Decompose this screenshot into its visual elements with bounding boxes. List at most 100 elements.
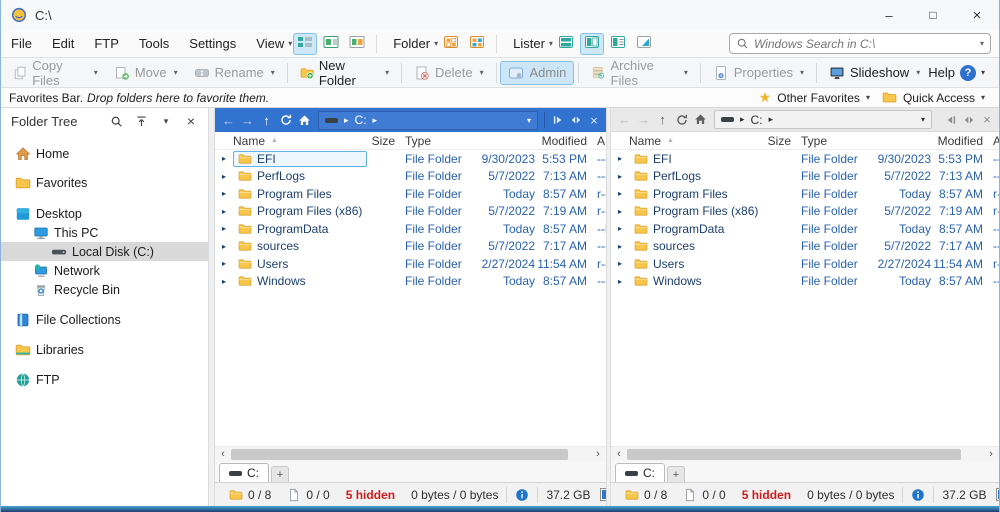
back-icon[interactable]: ←: [219, 111, 238, 130]
forward-icon[interactable]: →: [238, 111, 257, 130]
column-type[interactable]: Type: [791, 134, 871, 148]
expand-chevron-icon[interactable]: ▸: [215, 154, 233, 163]
table-row-programdata[interactable]: ▸ ProgramData File Folder Today 8:57 AM …: [611, 220, 999, 238]
breadcrumb-dropdown-icon[interactable]: ▾: [527, 116, 531, 125]
view-button-view-list-icon[interactable]: [293, 33, 317, 55]
expand-chevron-icon[interactable]: ▸: [215, 277, 233, 286]
tree-item-recycle-bin[interactable]: Recycle Bin: [1, 280, 208, 299]
table-row-windows[interactable]: ▸ Windows File Folder Today 8:57 AM ---: [611, 273, 999, 291]
expand-chevron-icon[interactable]: ▸: [215, 207, 233, 216]
menu-ftp[interactable]: FTP: [84, 36, 129, 51]
column-name[interactable]: Name▲: [611, 134, 763, 148]
toolbar-move-button[interactable]: Move▾: [106, 61, 186, 85]
breadcrumb-drive-label[interactable]: C:: [751, 113, 763, 127]
panel-splitter[interactable]: [208, 108, 215, 506]
new-tab-button[interactable]: +: [271, 466, 289, 482]
table-row-program-files[interactable]: ▸ Program Files File Folder Today 8:57 A…: [611, 185, 999, 203]
toolbar-properties-button[interactable]: Properties▾: [705, 61, 812, 85]
view-button-view-tiles-icon[interactable]: [345, 33, 369, 55]
folder-button-folder-grid-icon[interactable]: [439, 33, 463, 55]
refresh-icon[interactable]: [672, 110, 691, 129]
refresh-icon[interactable]: [276, 111, 295, 130]
toolbar-delete-button[interactable]: Delete▾: [406, 61, 492, 85]
search-icon[interactable]: [109, 114, 123, 128]
home-icon[interactable]: [691, 110, 710, 129]
toolbar-copy-files-button[interactable]: Copy Files▾: [5, 54, 106, 92]
collapse-all-icon[interactable]: [134, 114, 148, 128]
table-row-users[interactable]: ▸ Users File Folder 2/27/2024 11:54 AM r…: [611, 255, 999, 273]
toolbar-archive-files-button[interactable]: Archive Files▾: [583, 54, 696, 92]
table-row-programdata[interactable]: ▸ ProgramData File Folder Today 8:57 AM …: [215, 220, 606, 238]
new-tab-button[interactable]: +: [667, 466, 685, 482]
info-group[interactable]: [903, 488, 933, 502]
scroll-right-icon[interactable]: ›: [590, 448, 606, 460]
maximize-button[interactable]: □: [911, 0, 955, 30]
lister-button-single-pane-icon[interactable]: [606, 33, 630, 55]
menu-settings[interactable]: Settings: [179, 36, 246, 51]
tab-c-drive[interactable]: C:: [615, 463, 665, 482]
expand-chevron-icon[interactable]: ▸: [215, 259, 233, 268]
table-row-perflogs[interactable]: ▸ PerfLogs File Folder 5/7/2022 7:13 AM …: [215, 168, 606, 186]
tree-item-ftp[interactable]: FTP: [1, 370, 208, 389]
tree-item-network[interactable]: Network: [1, 261, 208, 280]
expand-chevron-icon[interactable]: ▸: [611, 259, 629, 268]
other-favorites-button[interactable]: Other Favorites: [777, 91, 860, 105]
search-input[interactable]: [754, 37, 980, 51]
swap-panes-icon[interactable]: [568, 112, 584, 128]
scrollbar-thumb[interactable]: [231, 449, 568, 460]
table-row-program-files[interactable]: ▸ Program Files File Folder Today 8:57 A…: [215, 185, 606, 203]
expand-chevron-icon[interactable]: ▸: [611, 172, 629, 181]
view-menu[interactable]: View ▾: [256, 36, 292, 51]
column-size[interactable]: Size: [763, 134, 791, 148]
menu-file[interactable]: File: [1, 36, 42, 51]
close-pane-icon[interactable]: ×: [979, 112, 995, 128]
table-row-efi[interactable]: ▸ EFI File Folder 9/30/2023 5:53 PM ---: [611, 150, 999, 168]
column-type[interactable]: Type: [395, 134, 475, 148]
table-row-program-files-x86[interactable]: ▸ Program Files (x86) File Folder 5/7/20…: [215, 203, 606, 221]
lister-button-split-horizontal-icon[interactable]: [554, 33, 578, 55]
tree-item-file-collections[interactable]: File Collections: [1, 310, 208, 329]
table-row-sources[interactable]: ▸ sources File Folder 5/7/2022 7:17 AM -…: [611, 238, 999, 256]
scrollbar-thumb[interactable]: [627, 449, 961, 460]
toolbar-rename-button[interactable]: Rename▾: [186, 61, 283, 85]
expand-chevron-icon[interactable]: ▸: [215, 224, 233, 233]
column-attr[interactable]: A: [983, 134, 999, 148]
column-name[interactable]: Name▲: [215, 134, 367, 148]
expand-chevron-icon[interactable]: ▸: [611, 154, 629, 163]
close-pane-icon[interactable]: ×: [586, 112, 602, 128]
tab-c-drive[interactable]: C:: [219, 463, 269, 482]
maximize-pane-icon[interactable]: [943, 112, 959, 128]
table-row-users[interactable]: ▸ Users File Folder 2/27/2024 11:54 AM r…: [215, 255, 606, 273]
tree-item-local-disk-c[interactable]: Local Disk (C:): [1, 242, 208, 261]
column-modified[interactable]: Modified: [871, 134, 983, 148]
breadcrumb-dropdown-icon[interactable]: ▾: [921, 115, 925, 124]
expand-chevron-icon[interactable]: ▸: [611, 224, 629, 233]
column-size[interactable]: Size: [367, 134, 395, 148]
lister-menu[interactable]: Lister ▾: [513, 36, 553, 51]
folder-menu[interactable]: Folder ▾: [393, 36, 438, 51]
tree-item-libraries[interactable]: Libraries: [1, 340, 208, 359]
table-row-program-files-x86[interactable]: ▸ Program Files (x86) File Folder 5/7/20…: [611, 203, 999, 221]
expand-chevron-icon[interactable]: ▸: [611, 277, 629, 286]
table-row-efi[interactable]: ▸ EFI File Folder 9/30/2023 5:53 PM ---: [215, 150, 606, 168]
horizontal-scrollbar[interactable]: ‹ ›: [611, 446, 999, 461]
breadcrumb[interactable]: ▸ C: ▸ ▾: [318, 111, 538, 130]
tree-item-this-pc[interactable]: This PC: [1, 223, 208, 242]
table-row-sources[interactable]: ▸ sources File Folder 5/7/2022 7:17 AM -…: [215, 238, 606, 256]
favorites-bar[interactable]: Favorites Bar. Drop folders here to favo…: [1, 88, 999, 108]
scrollbar-track[interactable]: [231, 449, 590, 460]
back-icon[interactable]: ←: [615, 110, 634, 129]
column-attr[interactable]: A: [587, 134, 606, 148]
toolbar-new-folder-button[interactable]: New Folder▾: [292, 54, 397, 92]
expand-chevron-icon[interactable]: ▸: [215, 189, 233, 198]
scroll-left-icon[interactable]: ‹: [215, 448, 231, 460]
tree-item-desktop[interactable]: Desktop: [1, 204, 208, 223]
expand-chevron-icon[interactable]: ▸: [215, 172, 233, 181]
lister-button-split-vertical-icon[interactable]: [580, 33, 604, 55]
info-group[interactable]: [507, 488, 537, 502]
table-row-windows[interactable]: ▸ Windows File Folder Today 8:57 AM ---: [215, 273, 606, 291]
table-row-perflogs[interactable]: ▸ PerfLogs File Folder 5/7/2022 7:13 AM …: [611, 168, 999, 186]
menu-tools[interactable]: Tools: [129, 36, 179, 51]
tree-item-home[interactable]: Home: [1, 144, 208, 163]
view-button-view-details-icon[interactable]: [319, 33, 343, 55]
